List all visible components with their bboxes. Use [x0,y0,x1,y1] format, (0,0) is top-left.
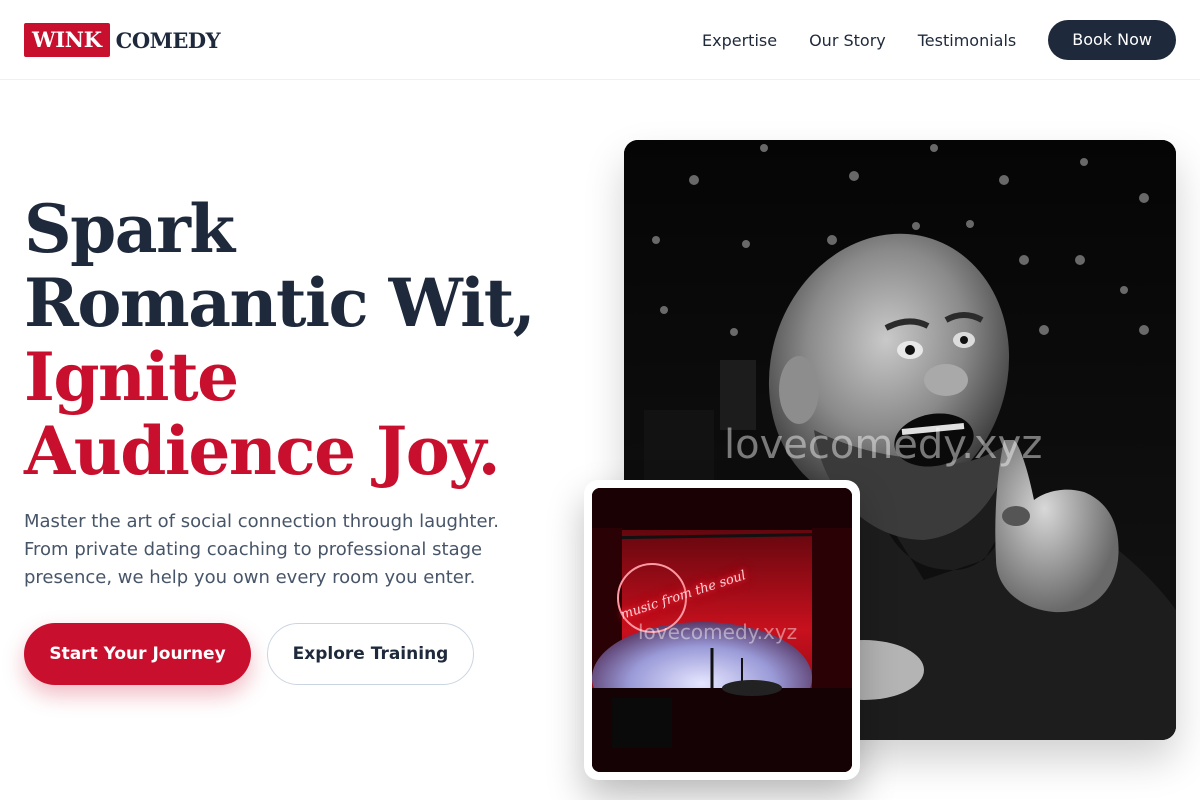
main-nav: Expertise Our Story Testimonials Book No… [702,20,1176,60]
hero-subtitle: Master the art of social connection thro… [24,511,499,588]
stage-photo-watermark: lovecomedy.xyz [638,620,798,644]
stage-photo: music from the soul lovecomedy.xyz [592,488,852,772]
logo[interactable]: WINK COMEDY [24,23,221,57]
explore-training-button[interactable]: Explore Training [267,623,474,685]
book-now-button[interactable]: Book Now [1048,20,1176,60]
hero-title-line-1: Spark Romantic Wit, [24,190,536,342]
hero-title: Spark Romantic Wit, Ignite Audience Joy. [24,192,584,488]
hero-title-line-2: Ignite Audience Joy. [24,338,501,490]
nav-link-expertise[interactable]: Expertise [702,31,777,50]
start-journey-button[interactable]: Start Your Journey [24,623,251,685]
main-photo-watermark: lovecomedy.xyz [724,422,1043,468]
nav-link-our-story[interactable]: Our Story [809,31,886,50]
logo-wordmark: COMEDY [115,27,221,53]
logo-mark: WINK [24,23,110,57]
nav-link-testimonials[interactable]: Testimonials [918,31,1017,50]
site-header: WINK COMEDY Expertise Our Story Testimon… [0,0,1200,80]
stage-photo-card: music from the soul lovecomedy.xyz [584,480,860,780]
